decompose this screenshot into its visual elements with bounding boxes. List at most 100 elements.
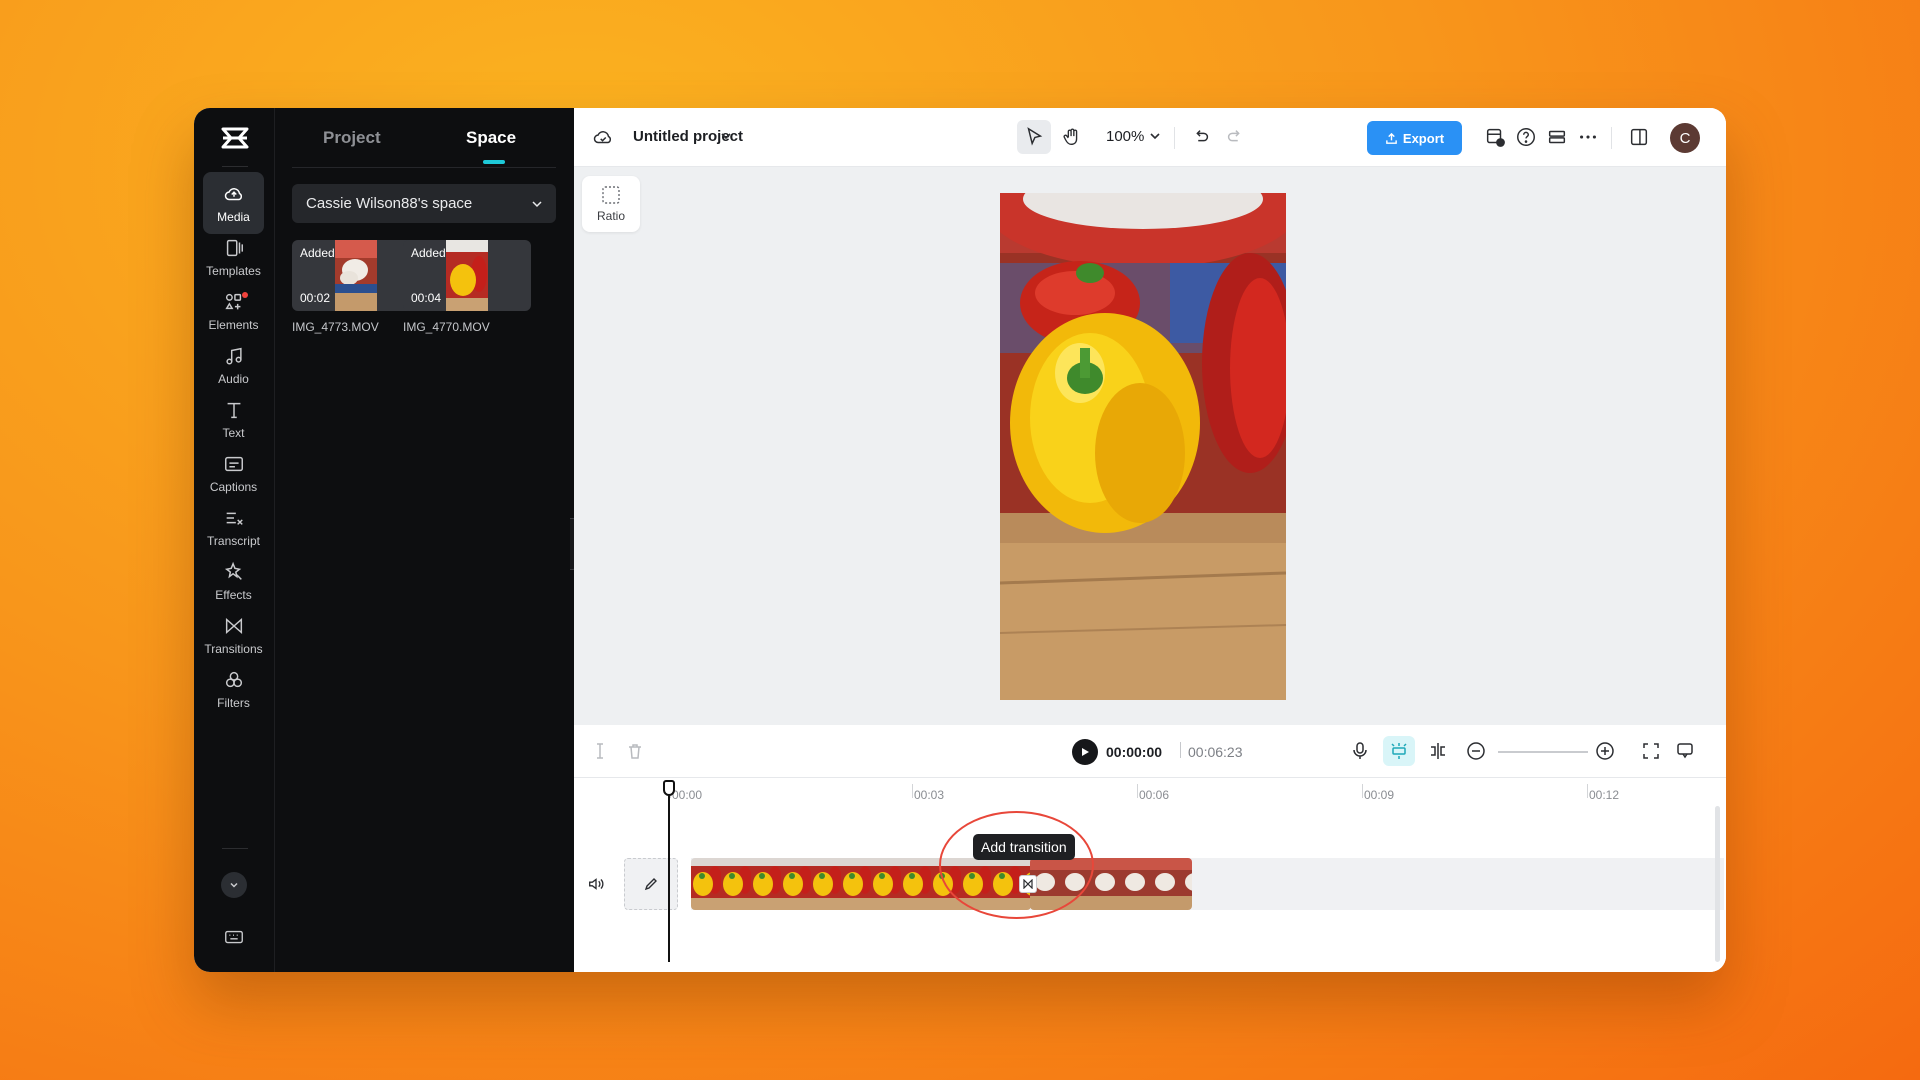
volume-icon[interactable] <box>587 875 605 893</box>
user-avatar[interactable]: C <box>1670 123 1700 153</box>
total-time: 00:06:23 <box>1188 744 1243 760</box>
split-clip-icon[interactable] <box>1428 741 1448 761</box>
tab-space[interactable]: Space <box>466 128 516 148</box>
media-cloud-icon <box>224 187 242 200</box>
timeline-tick-label: 00:12 <box>1589 788 1620 802</box>
timeline-tick-label: 00:00 <box>672 788 703 802</box>
cloud-sync-icon[interactable] <box>592 126 614 148</box>
rail-item-templates[interactable]: Templates <box>203 226 264 288</box>
added-badge: Added <box>300 246 335 260</box>
delete-trash-icon[interactable] <box>625 741 645 761</box>
tick-mark <box>1587 784 1588 798</box>
zoom-in-icon[interactable] <box>1595 741 1615 761</box>
added-badge: Added <box>411 246 446 260</box>
rail-item-effects[interactable]: Effects <box>203 550 264 612</box>
toolbar-divider <box>1611 127 1612 149</box>
undo-icon[interactable] <box>1190 126 1212 148</box>
rail-label: Effects <box>215 587 252 602</box>
play-icon <box>1082 748 1089 756</box>
rail-divider <box>222 848 248 849</box>
rail-label: Captions <box>209 479 258 494</box>
aspect-ratio-icon <box>602 186 620 204</box>
rail-label: Audio <box>218 371 249 386</box>
ratio-label: Ratio <box>596 209 625 223</box>
timeline-zoom-slider[interactable] <box>1498 751 1588 753</box>
chevron-down-icon[interactable] <box>718 128 734 144</box>
rail-item-elements[interactable]: Elements <box>203 280 264 342</box>
more-tools-button[interactable] <box>221 872 247 898</box>
auto-snap-icon <box>1391 743 1407 759</box>
chevron-down-icon <box>230 882 238 888</box>
effects-icon <box>224 561 242 580</box>
media-thumbnail <box>335 240 377 311</box>
timeline-scrollbar[interactable] <box>1715 806 1720 962</box>
tick-mark <box>912 784 913 798</box>
media-card-img4773[interactable]: Added 00:02 <box>292 240 420 311</box>
duration-badge: 00:04 <box>411 291 442 305</box>
pencil-edit-icon <box>644 878 657 891</box>
export-button[interactable]: Export <box>1367 121 1462 155</box>
templates-icon <box>226 239 243 256</box>
rail-item-text[interactable]: Text <box>203 388 264 450</box>
share-review-icon[interactable] <box>1484 126 1506 148</box>
chevron-down-icon <box>532 201 542 208</box>
media-card-img4770[interactable]: Added 00:04 <box>403 240 531 311</box>
split-icon[interactable] <box>590 741 610 761</box>
notification-dot <box>242 292 248 298</box>
captions-icon <box>224 456 243 471</box>
timeline-tick-label: 00:09 <box>1364 788 1395 802</box>
rail-item-audio[interactable]: Audio <box>203 334 264 396</box>
comment-icon[interactable] <box>1675 741 1695 761</box>
rail-label: Elements <box>208 317 259 332</box>
current-time: 00:00:00 <box>1106 744 1163 760</box>
tab-project[interactable]: Project <box>323 128 381 148</box>
more-options-icon[interactable] <box>1577 126 1599 148</box>
media-panel: Project Space Cassie Wilson88's space Ad… <box>275 108 574 972</box>
playhead-line[interactable] <box>668 788 670 962</box>
tab-divider <box>292 167 556 168</box>
editor-main: Untitled project 100% Export C Ratio 00:… <box>574 108 1726 972</box>
add-transition-tooltip: Add transition <box>973 834 1075 860</box>
time-divider <box>1180 742 1181 758</box>
active-tab-indicator <box>483 160 505 164</box>
transitions-icon <box>225 617 242 634</box>
rail-label: Templates <box>206 263 261 278</box>
redo-icon[interactable] <box>1224 126 1246 148</box>
rail-item-transcript[interactable]: Transcript <box>203 496 264 558</box>
playhead-handle[interactable] <box>663 780 675 796</box>
timeline-tick-label: 00:06 <box>1139 788 1170 802</box>
left-nav-rail: Media Templates Elements Audio Text Capt… <box>194 108 275 972</box>
rail-label: Text <box>222 425 245 440</box>
filters-icon <box>225 671 242 687</box>
play-button[interactable] <box>1072 739 1098 765</box>
add-transition-button[interactable] <box>1019 875 1037 893</box>
zoom-out-icon[interactable] <box>1466 741 1486 761</box>
timeline[interactable]: 00:00 00:03 00:06 00:09 00:12 Add transi… <box>574 778 1726 972</box>
upload-icon <box>1386 132 1397 144</box>
ratio-button[interactable]: Ratio <box>582 176 640 232</box>
microphone-icon[interactable] <box>1350 741 1370 761</box>
tick-mark <box>1362 784 1363 798</box>
fullscreen-icon[interactable] <box>1641 741 1661 761</box>
rail-item-media[interactable]: Media <box>203 172 264 234</box>
transcript-icon <box>226 512 243 525</box>
help-icon[interactable] <box>1515 126 1537 148</box>
hand-pan-icon[interactable] <box>1061 126 1083 148</box>
chevron-down-icon[interactable] <box>1148 129 1162 143</box>
layout-panel-icon[interactable] <box>1628 126 1650 148</box>
rail-item-captions[interactable]: Captions <box>203 442 264 504</box>
duration-badge: 00:02 <box>300 291 331 305</box>
top-toolbar: Untitled project 100% Export C <box>574 108 1726 167</box>
space-selector[interactable]: Cassie Wilson88's space <box>292 184 556 223</box>
media-filename: IMG_4770.MOV <box>403 320 490 334</box>
zoom-level-dropdown[interactable]: 100% <box>1106 128 1144 145</box>
layers-icon[interactable] <box>1546 126 1568 148</box>
media-thumbnail <box>446 240 488 311</box>
video-preview[interactable] <box>1000 193 1286 700</box>
keyboard-shortcuts-icon[interactable] <box>223 926 245 948</box>
rail-item-filters[interactable]: Filters <box>203 658 264 720</box>
rail-label: Filters <box>217 695 250 710</box>
text-icon <box>227 402 240 418</box>
rail-item-transitions[interactable]: Transitions <box>203 604 264 666</box>
transition-highlight-ellipse <box>939 811 1094 919</box>
